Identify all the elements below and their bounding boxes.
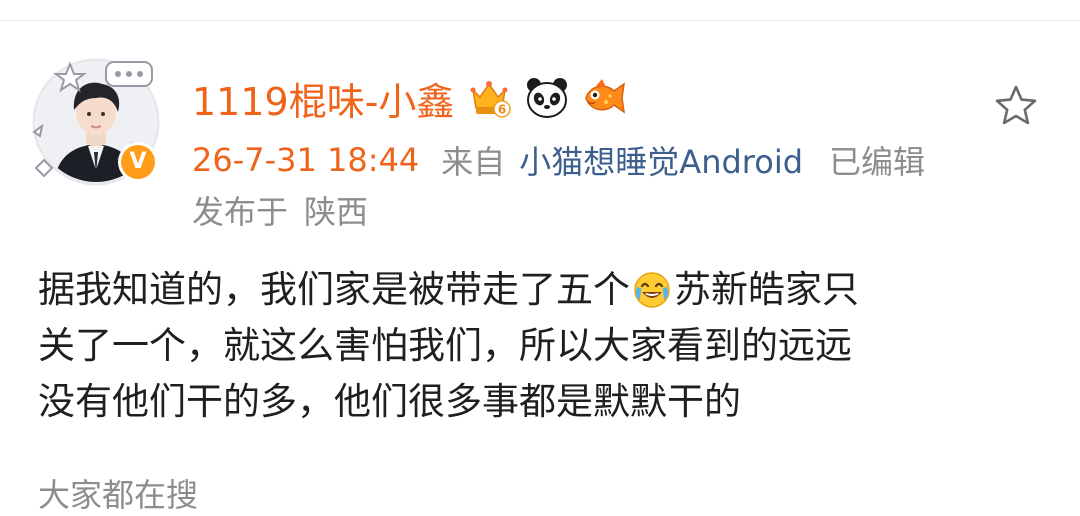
location-prefix: 发布于 xyxy=(192,193,289,231)
hot-search-label[interactable]: 大家都在搜 xyxy=(38,470,198,516)
username[interactable]: 1119棍味-小鑫 xyxy=(192,71,454,126)
post-source-link[interactable]: 小猫想睡觉Android xyxy=(519,137,803,183)
location-name: 陕西 xyxy=(304,193,369,231)
vip-level: 6 xyxy=(498,103,506,117)
laugh-cry-emoji-icon xyxy=(634,272,670,308)
post-location: 发布于 陕西 xyxy=(192,188,368,232)
post-text-segment: 关了一个，就这么害怕我们，所以大家看到的远远 xyxy=(38,324,852,367)
post-body-line: 据我知道的，我们家是被带走了五个 苏新皓家只 xyxy=(38,262,1048,318)
post-meta: 26-7-31 18:44 来自 小猫想睡觉Android 已编辑 xyxy=(192,138,925,182)
post-time: 26-7-31 18:44 xyxy=(192,141,420,179)
source-prefix: 来自 xyxy=(441,143,506,181)
post-body-line: 没有他们干的多，他们很多事都是默默干的 xyxy=(38,374,1048,430)
username-row: 1119棍味-小鑫 6 xyxy=(192,70,628,126)
edited-label[interactable]: 已编辑 xyxy=(829,137,925,183)
post-text-segment: 据我知道的，我们家是被带走了五个 xyxy=(38,268,630,311)
panda-badge-icon[interactable] xyxy=(524,75,570,121)
verified-icon: V xyxy=(118,142,158,182)
post-header: V 1119棍味-小鑫 6 26-7-31 18:44 来自 小猫想睡觉Andr… xyxy=(0,0,1080,240)
verified-mark: V xyxy=(121,145,155,179)
post-body-line: 关了一个，就这么害怕我们，所以大家看到的远远 xyxy=(38,318,1048,374)
post-text-segment: 没有他们干的多，他们很多事都是默默干的 xyxy=(38,380,741,423)
fish-badge-icon[interactable] xyxy=(582,75,628,121)
star-outline-icon xyxy=(995,85,1037,125)
post-body: 据我知道的，我们家是被带走了五个 苏新皓家只 关了一个，就这么害怕我们，所以大家… xyxy=(38,262,1048,430)
favorite-button[interactable] xyxy=(990,80,1042,132)
crown-badge-icon[interactable]: 6 xyxy=(466,75,512,121)
post-text-segment: 苏新皓家只 xyxy=(674,268,859,311)
